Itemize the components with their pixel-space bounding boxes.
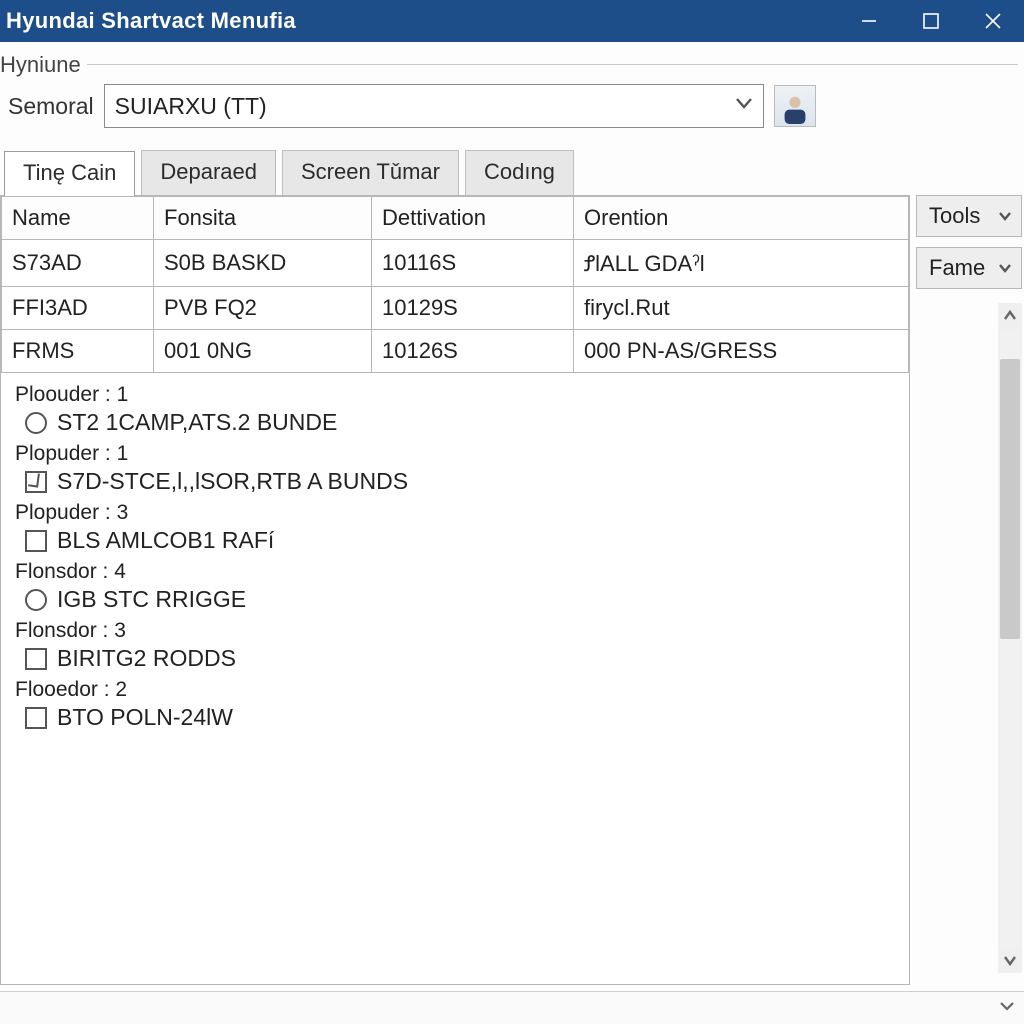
option-item[interactable]: ST2 1CAMP,ATS.2 BUNDE <box>25 409 899 436</box>
option-group-label: Ploouder : 1 <box>15 383 899 407</box>
fame-dropdown[interactable]: Fame <box>916 247 1022 289</box>
table-row[interactable]: S73ADS0B BASKD10116SꝬlALL GDAˀl <box>2 240 909 287</box>
scroll-track[interactable] <box>998 329 1022 947</box>
table-cell[interactable]: 000 PN-AS/GRESS <box>574 330 909 373</box>
col-orention[interactable]: Orention <box>574 197 909 240</box>
chevron-down-icon[interactable] <box>998 997 1016 1020</box>
tab-bar: Tinę Cain Deparaed Screen Tǔmar Codıng <box>4 150 1022 195</box>
checkbox-icon[interactable] <box>25 648 47 670</box>
vertical-scrollbar[interactable] <box>998 303 1022 973</box>
table-cell[interactable]: S73AD <box>2 240 154 287</box>
table-cell[interactable]: 10126S <box>372 330 574 373</box>
maximize-button[interactable] <box>900 0 962 42</box>
table-cell[interactable]: ꝬlALL GDAˀl <box>574 240 909 287</box>
user-avatar[interactable] <box>774 85 816 127</box>
option-group-label: Flonsdor : 4 <box>15 560 899 584</box>
option-item[interactable]: S7D-STCE,l,,lSOR,RTB A BUNDS <box>25 468 899 495</box>
tab-coding[interactable]: Codıng <box>465 150 574 195</box>
scroll-up-button[interactable] <box>998 303 1022 329</box>
table-cell[interactable]: firycl.Rut <box>574 287 909 330</box>
option-item[interactable]: IGB STC RRIGGE <box>25 586 899 613</box>
semoral-label: Semoral <box>8 93 94 120</box>
chevron-down-icon <box>997 260 1013 276</box>
chevron-down-icon <box>997 208 1013 224</box>
option-list: Ploouder : 1ST2 1CAMP,ATS.2 BUNDE Plopude… <box>1 373 909 737</box>
side-panel: Tools Fame <box>916 195 1022 985</box>
option-label: ST2 1CAMP,ATS.2 BUNDE <box>57 409 337 436</box>
radio-icon[interactable] <box>25 589 47 611</box>
option-label: BTO POLN-24lW <box>57 704 233 731</box>
tab-tine-cain[interactable]: Tinę Cain <box>4 151 135 196</box>
tab-screen-tumar[interactable]: Screen Tǔmar <box>282 150 459 195</box>
radio-icon[interactable] <box>25 412 47 434</box>
table-cell[interactable]: FRMS <box>2 330 154 373</box>
option-label: BIRITG2 RODDS <box>57 645 236 672</box>
checkbox-icon[interactable] <box>25 707 47 729</box>
semoral-combo[interactable]: SUIARXU (TT) <box>104 84 764 128</box>
tools-dropdown[interactable]: Tools <box>916 195 1022 237</box>
group-hyniune: Hyniune Semoral SUIARXU (TT) <box>0 54 1018 136</box>
data-grid[interactable]: Name Fonsita Dettivation Orention S73ADS… <box>1 196 909 373</box>
option-group-label: Flooedor : 2 <box>15 678 899 702</box>
option-label: BLS AMLCOB1 RAFí <box>57 527 274 554</box>
option-label: S7D-STCE,l,,lSOR,RTB A BUNDS <box>57 468 408 495</box>
option-group-label: Flonsdor : 3 <box>15 619 899 643</box>
option-group-label: Plopuder : 3 <box>15 501 899 525</box>
semoral-value: SUIARXU (TT) <box>115 93 267 120</box>
option-item[interactable]: BTO POLN-24lW <box>25 704 899 731</box>
col-dettivation[interactable]: Dettivation <box>372 197 574 240</box>
titlebar: Hyundai Shartvact Menufia <box>0 0 1024 42</box>
table-cell[interactable]: FFI3AD <box>2 287 154 330</box>
table-cell[interactable]: S0B BASKD <box>154 240 372 287</box>
grid-header-row: Name Fonsita Dettivation Orention <box>2 197 909 240</box>
col-fonsita[interactable]: Fonsita <box>154 197 372 240</box>
scroll-thumb[interactable] <box>1000 359 1020 639</box>
option-item[interactable]: BIRITG2 RODDS <box>25 645 899 672</box>
table-cell[interactable]: 10129S <box>372 287 574 330</box>
group-label: Hyniune <box>0 52 87 78</box>
window-controls <box>838 0 1024 42</box>
checkbox-icon[interactable] <box>25 530 47 552</box>
option-label: IGB STC RRIGGE <box>57 586 246 613</box>
col-name[interactable]: Name <box>2 197 154 240</box>
window-title: Hyundai Shartvact Menufia <box>6 8 296 34</box>
option-group-label: Plopuder : 1 <box>15 442 899 466</box>
table-cell[interactable]: 10116S <box>372 240 574 287</box>
table-row[interactable]: FRMS001 0NG10126S000 PN-AS/GRESS <box>2 330 909 373</box>
chevron-down-icon <box>733 92 755 120</box>
scroll-down-button[interactable] <box>998 947 1022 973</box>
table-cell[interactable]: PVB FQ2 <box>154 287 372 330</box>
close-button[interactable] <box>962 0 1024 42</box>
status-bar <box>0 991 1024 1024</box>
main-panel: Name Fonsita Dettivation Orention S73ADS… <box>0 195 910 985</box>
tab-deparaed[interactable]: Deparaed <box>141 150 276 195</box>
option-item[interactable]: BLS AMLCOB1 RAFí <box>25 527 899 554</box>
table-cell[interactable]: 001 0NG <box>154 330 372 373</box>
checkbox-icon[interactable] <box>25 471 47 493</box>
table-row[interactable]: FFI3ADPVB FQ210129Sfirycl.Rut <box>2 287 909 330</box>
minimize-button[interactable] <box>838 0 900 42</box>
